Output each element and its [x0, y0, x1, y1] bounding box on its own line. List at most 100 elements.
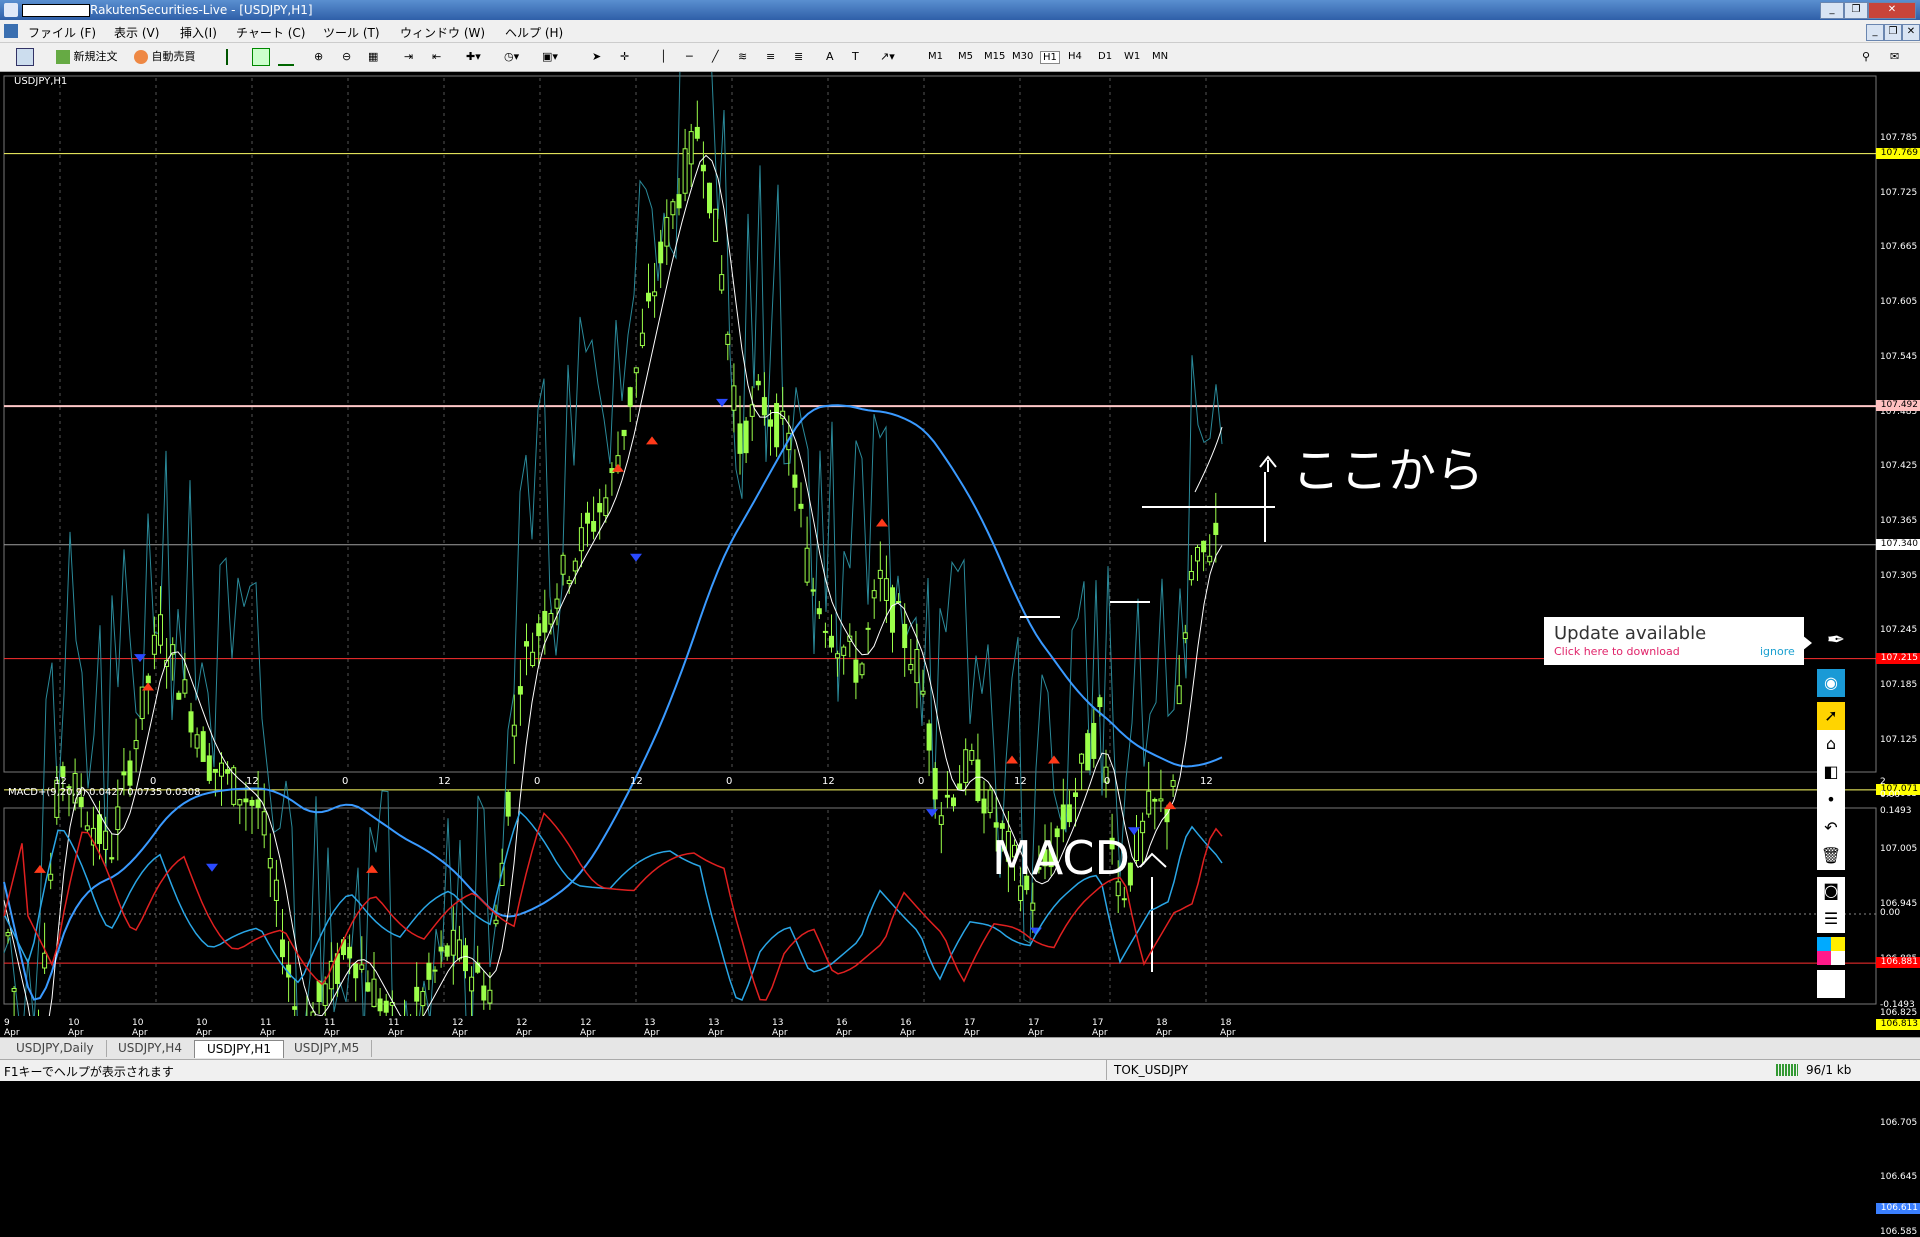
tf-m1[interactable]: M1 [928, 51, 943, 62]
menu-insert[interactable]: 挿入(I) [180, 24, 217, 41]
tab-usdjpy-h1[interactable]: USDJPY,H1 [194, 1040, 284, 1058]
candle-body [225, 769, 231, 774]
text-label-icon[interactable]: T [852, 48, 859, 66]
tf-d1[interactable]: D1 [1098, 51, 1112, 62]
periods-icon[interactable]: ◷▾ [504, 48, 519, 66]
zoom-in-icon[interactable]: ⊕ [314, 48, 323, 66]
candle-body [700, 164, 706, 172]
candle-body [219, 762, 224, 777]
update-popup[interactable]: Update available Click here to download … [1544, 617, 1804, 665]
price-axis-label: 107.725 [1880, 187, 1918, 198]
minimize-button[interactable]: _ [1820, 2, 1844, 19]
search-icon[interactable]: ⚲ [1862, 48, 1870, 66]
chart-shift-icon[interactable]: ⇤ [432, 48, 441, 66]
text-icon[interactable]: A [826, 48, 834, 66]
dot-icon[interactable]: • [1817, 786, 1845, 814]
child-close-button[interactable]: ✕ [1902, 24, 1920, 41]
camera-icon[interactable]: ◙ [1817, 877, 1845, 905]
tab-usdjpy-h4[interactable]: USDJPY,H4 [106, 1040, 195, 1057]
price-tag: 106.813 [1876, 1019, 1920, 1031]
price-axis-label: 107.005 [1880, 844, 1918, 855]
tf-h1[interactable]: H1 [1040, 51, 1060, 64]
pointer-icon[interactable]: ➚ [1817, 702, 1845, 730]
candle-body [316, 980, 322, 1003]
menu-window[interactable]: ウィンドウ (W) [400, 24, 485, 41]
cursor-icon[interactable]: ➤ [592, 48, 601, 66]
eraser-icon[interactable]: ◧ [1817, 758, 1845, 786]
trash-icon[interactable]: 🗑 [1817, 842, 1845, 870]
tf-m5[interactable]: M5 [958, 51, 973, 62]
candle-body [944, 794, 950, 798]
candle-body [566, 580, 572, 584]
fibo-fan-icon[interactable]: ≣ [794, 48, 803, 66]
status-divider [1106, 1060, 1107, 1080]
candle-body [774, 403, 780, 448]
new-order-button[interactable]: 新規注文 [56, 48, 118, 66]
menu-tools[interactable]: ツール (T) [323, 24, 380, 41]
menu-view[interactable]: 表示 (V) [114, 24, 159, 41]
color-cyan-icon[interactable] [1817, 937, 1831, 951]
menu-chart[interactable]: チャート (C) [236, 24, 305, 41]
menu-file[interactable]: ファイル (F) [28, 24, 96, 41]
candle-body [633, 367, 639, 374]
update-ignore-link[interactable]: ignore [1760, 645, 1795, 658]
tf-m30[interactable]: M30 [1012, 51, 1033, 62]
tf-m15[interactable]: M15 [984, 51, 1005, 62]
color-swatch[interactable] [1817, 970, 1845, 998]
templates-icon[interactable]: ▣▾ [542, 48, 558, 66]
channel-icon[interactable]: ≋ [738, 48, 747, 66]
candle-body [969, 750, 975, 761]
candle-body [280, 939, 285, 958]
line-chart-icon[interactable] [278, 48, 294, 66]
account-mask [22, 4, 90, 17]
indicators-icon[interactable]: ✚▾ [466, 48, 481, 66]
candle-body [798, 503, 804, 509]
hour-tick: 12 [630, 776, 643, 787]
restore-button[interactable]: ❐ [1844, 2, 1868, 19]
child-minimize-button[interactable]: _ [1866, 24, 1884, 41]
update-download-link[interactable]: Click here to download [1554, 645, 1680, 658]
tile-windows-icon[interactable]: ▦ [368, 48, 378, 66]
tab-usdjpy-m5[interactable]: USDJPY,M5 [282, 1040, 373, 1057]
color-magenta-icon[interactable] [1817, 951, 1831, 965]
menu-help[interactable]: ヘルプ (H) [505, 24, 563, 41]
close-button[interactable]: ✕ [1868, 2, 1916, 19]
candle-body [603, 497, 609, 517]
bar-chart-icon[interactable] [226, 48, 244, 66]
candle-body [585, 512, 590, 524]
hour-tick: 12 [822, 776, 835, 787]
eye-icon[interactable]: ◉ [1817, 669, 1845, 697]
autoscroll-icon[interactable]: ⇥ [404, 48, 413, 66]
candle-body [1097, 697, 1103, 708]
tab-usdjpy-daily[interactable]: USDJPY,Daily [4, 1040, 107, 1057]
undo-icon[interactable]: ↶ [1817, 814, 1845, 842]
trendline-icon[interactable]: ╱ [712, 48, 719, 66]
child-restore-button[interactable]: ❐ [1884, 24, 1902, 41]
tf-w1[interactable]: W1 [1124, 51, 1140, 62]
arrows-icon[interactable]: ↗▾ [880, 48, 895, 66]
candle-body [158, 614, 163, 646]
vertical-line-icon[interactable]: │ [660, 48, 667, 66]
notes-icon[interactable]: ☰ [1817, 905, 1845, 933]
crosshair-icon[interactable]: ✛ [620, 48, 629, 66]
price-axis-label: 106.585 [1880, 1227, 1918, 1237]
candle-body [1195, 546, 1200, 562]
tf-mn[interactable]: MN [1152, 51, 1168, 62]
zoom-out-icon[interactable]: ⊖ [342, 48, 351, 66]
auto-trading-button[interactable]: 自動売買 [134, 48, 196, 66]
color-yellow-icon[interactable] [1831, 937, 1845, 951]
popup-pointer [1802, 635, 1812, 651]
tag-icon[interactable]: ⌂ [1817, 730, 1845, 758]
status-bar: F1キーでヘルプが表示されます TOK_USDJPY 96/1 kb [0, 1059, 1920, 1081]
candle-body [206, 755, 212, 781]
title-bar: RakutenSecurities-Live - [USDJPY,H1] _ ❐… [0, 0, 1920, 20]
chart-area[interactable]: ここから MACD USDJPY,H1 MACD+(9,20,9) 0.0427… [0, 72, 1920, 1016]
color-white-icon[interactable] [1831, 951, 1845, 965]
horizontal-line-icon[interactable]: ─ [686, 48, 693, 66]
tf-h4[interactable]: H4 [1068, 51, 1082, 62]
fibonacci-icon[interactable]: ≡ [766, 48, 775, 66]
candle-chart-icon[interactable] [252, 48, 270, 66]
chat-icon[interactable]: ✉ [1890, 48, 1899, 66]
candle-body [487, 989, 493, 1004]
profiles-icon[interactable] [16, 48, 34, 66]
